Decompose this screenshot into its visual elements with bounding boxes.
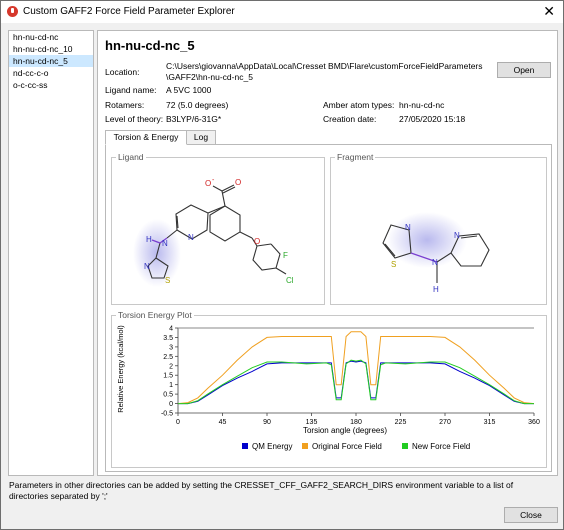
fragment-atom-n: N <box>454 231 460 240</box>
x-tick-label: 360 <box>528 419 540 426</box>
y-tick-label: 2.5 <box>163 354 173 361</box>
fragment-atom-n: N <box>432 258 438 267</box>
ligand-name-value: A 5VC 1000 <box>166 85 212 95</box>
y-tick-label: -0.5 <box>161 411 173 418</box>
fragment-atom-h: H <box>433 285 439 294</box>
level-of-theory-label: Level of theory: <box>105 114 164 124</box>
y-tick-label: 3 <box>169 344 173 351</box>
footnote-text: Parameters in other directories can be a… <box>9 480 514 501</box>
y-tick-label: 0.5 <box>163 392 173 399</box>
fragment-highlight <box>387 212 467 268</box>
y-tick-label: 1.5 <box>163 373 173 380</box>
y-tick-label: 1 <box>169 382 173 389</box>
rotamers-label: Rotamers: <box>105 100 145 110</box>
fragment-group-title: Fragment <box>335 152 376 162</box>
series-line <box>177 331 535 405</box>
ligand-atom-cl: Cl <box>286 276 294 285</box>
y-tick-label: 3.5 <box>163 335 173 342</box>
x-tick-label: 225 <box>395 419 407 426</box>
fragment-group: Fragment N S N N H <box>330 152 547 305</box>
y-tick-label: 2 <box>169 363 173 370</box>
parameter-title: hn-nu-cd-nc_5 <box>105 38 195 53</box>
details-panel: hn-nu-cd-nc_5 Location: C:\Users\giovann… <box>97 30 558 476</box>
x-tick-label: 180 <box>350 419 362 426</box>
title-bar: Custom GAFF2 Force Field Parameter Explo… <box>1 1 563 23</box>
app-icon <box>7 6 18 17</box>
ligand-atom-o: O <box>254 237 260 246</box>
level-of-theory-value: B3LYP/6-31G* <box>166 114 222 124</box>
fragment-structure: N S N N H <box>382 212 490 294</box>
ligand-atom-o: O <box>205 179 211 188</box>
creation-date-value: 27/05/2020 15:18 <box>399 114 466 124</box>
y-tick-label: 0 <box>169 401 173 408</box>
x-tick-label: 270 <box>439 419 451 426</box>
torsion-plot-group: Torsion Energy Plot Relative Energy (kca… <box>111 310 547 468</box>
list-item-selected[interactable]: hn-nu-cd-nc_5 <box>9 55 93 67</box>
x-tick-label: 90 <box>263 419 271 426</box>
torsion-energy-chart: Relative Energy (kcal/mol) Torsion angle… <box>116 325 540 451</box>
list-item[interactable]: hn-nu-cd-nc_10 <box>9 43 93 55</box>
legend-label: Original Force Field <box>312 442 382 451</box>
fragment-atom-s: S <box>391 260 396 269</box>
ligand-atom-n: N <box>162 239 168 248</box>
list-item[interactable]: nd-cc-c-o <box>9 67 93 79</box>
amber-types-label: Amber atom types: <box>323 100 395 110</box>
tab-log[interactable]: Log <box>186 130 216 145</box>
x-tick-label: 315 <box>484 419 496 426</box>
list-item[interactable]: hn-nu-cd-nc <box>9 31 93 43</box>
window-title: Custom GAFF2 Force Field Parameter Explo… <box>23 6 235 17</box>
window-close-icon[interactable]: ✕ <box>543 3 555 19</box>
ligand-atom-n: N <box>188 233 194 242</box>
fragment-atom-n: N <box>405 223 411 232</box>
open-button[interactable]: Open <box>497 62 551 78</box>
legend-swatch <box>242 443 248 449</box>
ligand-atom-s: S <box>165 276 170 285</box>
legend-swatch <box>402 443 408 449</box>
ligand-atom-f: F <box>283 251 288 260</box>
rotamers-value: 72 (5.0 degrees) <box>166 100 229 110</box>
ligand-atom-o: O <box>235 178 241 187</box>
list-item[interactable]: o-c-cc-ss <box>9 79 93 91</box>
legend-label: QM Energy <box>252 442 292 451</box>
series-line <box>178 360 534 405</box>
location-path-line2: \GAFF2\hn-nu-cd-nc_5 <box>166 72 253 82</box>
torsion-plot-group-title: Torsion Energy Plot <box>116 310 194 320</box>
ligand-atom-charge: - <box>212 177 215 184</box>
y-axis-label: Relative Energy (kcal/mol) <box>116 325 125 413</box>
x-tick-label: 0 <box>176 419 180 426</box>
legend-swatch <box>302 443 308 449</box>
creation-date-label: Creation date: <box>323 114 377 124</box>
parameter-list[interactable]: hn-nu-cd-nc hn-nu-cd-nc_10 hn-nu-cd-nc_5… <box>8 30 94 476</box>
x-axis-label: Torsion angle (degrees) <box>303 426 387 435</box>
dialog-window: Custom GAFF2 Force Field Parameter Explo… <box>0 0 564 530</box>
ligand-atom-n: N <box>144 262 150 271</box>
ligand-group-title: Ligand <box>116 152 146 162</box>
location-path-line1: C:\Users\giovanna\AppData\Local\Cresset … <box>166 61 483 71</box>
close-button[interactable]: Close <box>504 507 558 523</box>
torsion-energy-page: Ligand O - O O N N H S N F Cl Fragment N… <box>105 144 552 472</box>
ligand-group: Ligand O - O O N N H S N F Cl <box>111 152 325 305</box>
y-tick-label: 4 <box>169 326 173 333</box>
tab-torsion-energy[interactable]: Torsion & Energy <box>105 130 187 145</box>
x-tick-label: 45 <box>219 419 227 426</box>
legend-label: New Force Field <box>412 442 470 451</box>
location-label: Location: <box>105 67 140 77</box>
ligand-atom-h: H <box>146 235 152 244</box>
amber-types-value: hn-nu-cd-nc <box>399 100 445 110</box>
ligand-name-label: Ligand name: <box>105 85 157 95</box>
ligand-structure: O - O O N N H S N F Cl <box>133 177 294 287</box>
x-tick-label: 135 <box>306 419 318 426</box>
